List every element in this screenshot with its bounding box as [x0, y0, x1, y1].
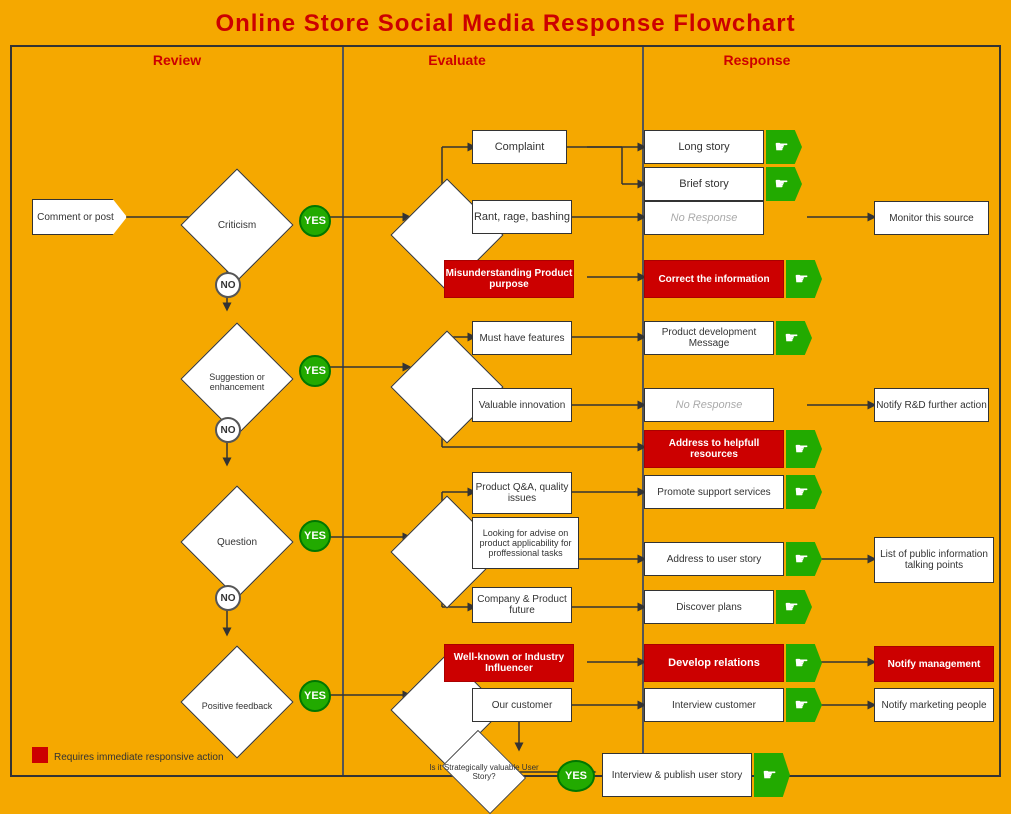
main-container: Online Store Social Media Response Flowc… [0, 0, 1011, 787]
criticism-yes-circle: YES [299, 205, 331, 237]
promote-support-box: Promote support services [644, 475, 784, 509]
positive-feedback-diamond [180, 645, 293, 758]
looking-advise-box: Looking for advise on product applicabil… [472, 517, 579, 569]
product-dev-hand[interactable]: ☛ [776, 321, 812, 355]
interview-publish-hand[interactable]: ☛ [754, 753, 790, 797]
address-user-story-box: Address to user story [644, 542, 784, 576]
notify-rd-box: Notify R&D further action [874, 388, 989, 422]
must-have-box: Must have features [472, 321, 572, 355]
discover-plans-hand[interactable]: ☛ [776, 590, 812, 624]
long-story-hand[interactable]: ☛ [766, 130, 802, 164]
product-dev-box: Product development Message [644, 321, 774, 355]
address-helpful-hand[interactable]: ☛ [786, 430, 822, 468]
criticism-diamond [180, 168, 293, 281]
question-diamond [180, 485, 293, 598]
suggestion-diamond [180, 322, 293, 435]
complaint-box: Complaint [472, 130, 567, 164]
suggestion-no-circle: NO [215, 417, 241, 443]
legend-red-box [32, 747, 48, 763]
address-user-story-hand[interactable]: ☛ [786, 542, 822, 576]
rant-box: Rant, rage, bashing [472, 200, 572, 234]
divider-1 [342, 47, 344, 775]
question-yes-circle: YES [299, 520, 331, 552]
develop-relations-box: Develop relations [644, 644, 784, 682]
correct-info-hand[interactable]: ☛ [786, 260, 822, 298]
interview-publish-box: Interview & publish user story [602, 753, 752, 797]
discover-plans-box: Discover plans [644, 590, 774, 624]
interview-customer-hand[interactable]: ☛ [786, 688, 822, 722]
promote-support-hand[interactable]: ☛ [786, 475, 822, 509]
flowchart-area: Review Evaluate Response [10, 45, 1001, 777]
positive-yes-circle: YES [299, 680, 331, 712]
col-header-response: Response [692, 52, 822, 68]
develop-relations-hand[interactable]: ☛ [786, 644, 822, 682]
notify-marketing-box: Notify marketing people [874, 688, 994, 722]
valuable-box: Valuable innovation [472, 388, 572, 422]
no-response-1-box: No Response [644, 201, 764, 235]
no-response-2-box: No Response [644, 388, 774, 422]
brief-story-hand[interactable]: ☛ [766, 167, 802, 201]
col-header-review: Review [112, 52, 242, 68]
list-public-box: List of public information talking point… [874, 537, 994, 583]
product-qa-box: Product Q&A, quality issues [472, 472, 572, 514]
criticism-no-circle: NO [215, 272, 241, 298]
suggestion-yes-circle: YES [299, 355, 331, 387]
comment-post-node: Comment or post [32, 199, 127, 235]
our-customer-box: Our customer [472, 688, 572, 722]
notify-management-box: Notify management [874, 646, 994, 682]
well-known-box: Well-known or Industry Influencer [444, 644, 574, 682]
misunderstanding-box: Misunderstanding Product purpose [444, 260, 574, 298]
legend-text: Requires immediate responsive action [54, 752, 224, 763]
correct-info-box: Correct the information [644, 260, 784, 298]
page-title: Online Store Social Media Response Flowc… [0, 0, 1011, 43]
question-no-circle: NO [215, 585, 241, 611]
address-helpful-box: Address to helpfull resources [644, 430, 784, 468]
company-product-box: Company & Product future [472, 587, 572, 623]
strategically-yes-circle: YES [557, 760, 595, 792]
long-story-box: Long story [644, 130, 764, 164]
monitor-source-box: Monitor this source [874, 201, 989, 235]
brief-story-box: Brief story [644, 167, 764, 201]
col-header-evaluate: Evaluate [392, 52, 522, 68]
interview-customer-box: Interview customer [644, 688, 784, 722]
